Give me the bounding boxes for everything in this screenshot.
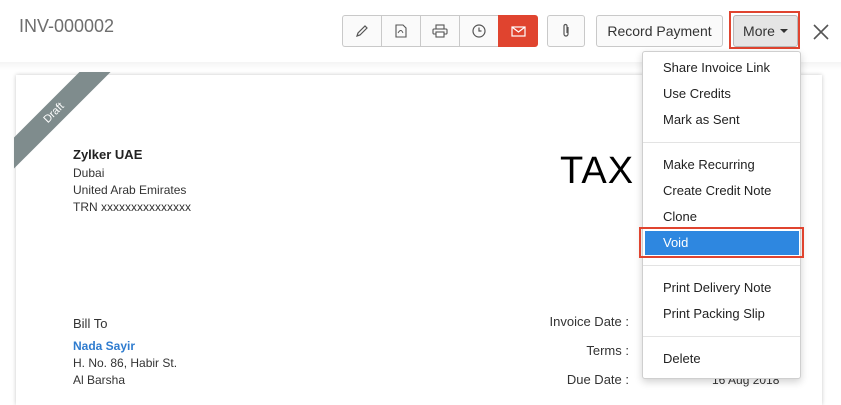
menu-divider [643, 265, 800, 266]
menu-item-create-credit-note[interactable]: Create Credit Note [643, 179, 800, 203]
close-icon[interactable] [811, 22, 831, 42]
menu-item-print-packing-slip[interactable]: Print Packing Slip [643, 302, 800, 326]
menu-divider [643, 142, 800, 143]
menu-item-mark-as-sent[interactable]: Mark as Sent [643, 108, 800, 132]
printer-icon [432, 24, 448, 38]
pdf-icon [395, 24, 407, 38]
edit-button[interactable] [342, 15, 381, 47]
pdf-button[interactable] [381, 15, 420, 47]
menu-item-delete[interactable]: Delete [643, 347, 800, 371]
terms-label: Terms : [586, 343, 629, 358]
company-trn: TRN xxxxxxxxxxxxxxx [73, 200, 191, 214]
history-button[interactable] [459, 15, 498, 47]
company-city: Dubai [73, 166, 105, 180]
menu-item-clone[interactable]: Clone [643, 205, 800, 229]
due-date-label: Due Date : [566, 372, 629, 387]
pencil-icon [356, 25, 368, 37]
menu-item-share-invoice-link[interactable]: Share Invoice Link [643, 56, 800, 80]
toolbar-button-group [342, 15, 538, 47]
void-item-highlight [639, 227, 804, 258]
email-button[interactable] [498, 15, 538, 47]
invoice-number-title: INV-000002 [19, 16, 115, 36]
company-name: Zylker UAE [73, 147, 143, 162]
company-country: United Arab Emirates [73, 183, 187, 197]
menu-divider [643, 336, 800, 337]
more-dropdown-menu: Share Invoice Link Use Credits Mark as S… [642, 51, 801, 379]
customer-address-line2: Al Barsha [73, 373, 126, 387]
menu-item-use-credits[interactable]: Use Credits [643, 82, 800, 106]
print-button[interactable] [420, 15, 459, 47]
more-button[interactable]: More [733, 15, 798, 47]
record-payment-button[interactable]: Record Payment [596, 15, 723, 47]
menu-item-print-delivery-note[interactable]: Print Delivery Note [643, 276, 800, 300]
more-button-label: More [743, 23, 775, 39]
customer-address-line1: H. No. 86, Habir St. [73, 356, 178, 370]
from-address: Zylker UAE Dubai United Arab Emirates TR… [73, 146, 191, 216]
customer-name-link[interactable]: Nada Sayir [73, 339, 135, 353]
clock-icon [472, 24, 486, 38]
mail-icon [510, 25, 526, 37]
attach-button[interactable] [547, 15, 585, 47]
bill-to-label: Bill To [73, 316, 108, 331]
menu-item-make-recurring[interactable]: Make Recurring [643, 153, 800, 177]
caret-down-icon [779, 29, 788, 33]
paperclip-icon [563, 23, 569, 37]
invoice-date-label: Invoice Date : [549, 314, 630, 329]
